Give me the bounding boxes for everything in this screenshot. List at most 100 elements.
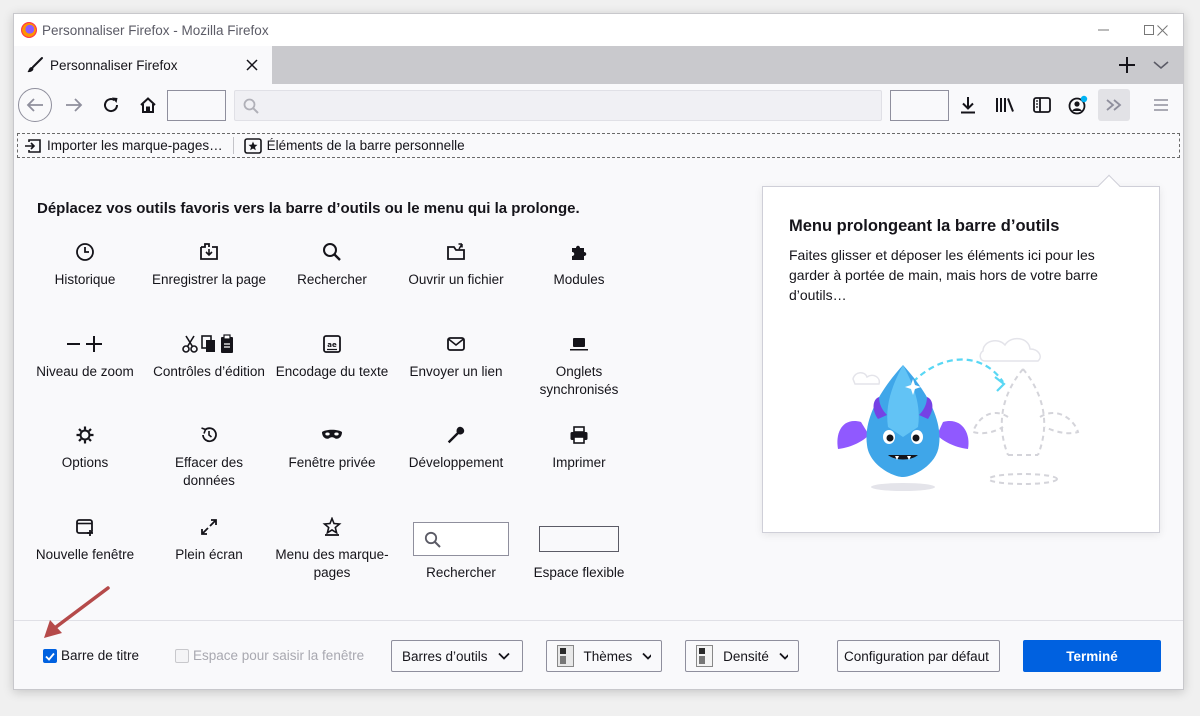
bookmarks-toolbar: Importer les marque-pages… Éléments de l… <box>17 133 1180 158</box>
titlebar-checkbox[interactable] <box>43 649 57 663</box>
palette-item-edit-controls[interactable]: Contrôles d’édition <box>149 334 269 381</box>
import-bookmarks-item[interactable]: Importer les marque-pages… <box>18 135 229 156</box>
palette-label: Envoyer un lien <box>409 364 503 379</box>
palette-label: Niveau de zoom <box>36 364 134 379</box>
palette-item-open-file[interactable]: Ouvrir un fichier <box>396 242 516 289</box>
forward-button[interactable] <box>58 89 90 121</box>
palette-item-synced-tabs[interactable]: Onglets synchronisés <box>519 334 639 399</box>
hamburger-menu-icon <box>1154 99 1168 111</box>
palette-label: Encodage du texte <box>275 364 389 379</box>
palette-label: Plein écran <box>175 547 243 562</box>
palette-item-search[interactable]: Rechercher <box>272 242 392 289</box>
restore-defaults-label: Configuration par défaut <box>844 648 989 664</box>
palette-label: Menu des marque-pages <box>275 547 389 580</box>
drag-space-checkbox[interactable] <box>175 649 189 663</box>
palette-item-addons[interactable]: Modules <box>519 242 639 289</box>
palette-item-developer[interactable]: Développement <box>396 425 516 472</box>
search-box-widget <box>413 522 509 556</box>
account-button[interactable] <box>1062 89 1094 121</box>
palette-label: Rechercher <box>426 565 496 580</box>
customization-footer: Barre de titre Espace pour saisir la fen… <box>14 620 1183 689</box>
library-button[interactable] <box>989 89 1021 121</box>
puzzle-icon <box>519 242 639 262</box>
sidebar-button[interactable] <box>1026 89 1058 121</box>
double-chevron-right-icon <box>1106 99 1122 111</box>
toolbars-button[interactable]: Barres d’outils <box>391 640 523 672</box>
search-icon <box>424 531 441 548</box>
open-file-icon <box>396 242 516 262</box>
back-button[interactable] <box>18 88 52 122</box>
downloads-button[interactable] <box>952 89 984 121</box>
restore-defaults-button[interactable]: Configuration par défaut <box>837 640 1000 672</box>
reload-button[interactable] <box>95 89 127 121</box>
themes-button-label: Thèmes <box>583 648 633 664</box>
palette-label: Ouvrir un fichier <box>408 272 504 287</box>
palette-item-fullscreen[interactable]: Plein écran <box>149 517 269 564</box>
overflow-panel-description: Faites glisser et déposer les éléments i… <box>789 247 1098 303</box>
palette-label: Historique <box>54 272 116 287</box>
arrow-right-icon <box>66 98 83 112</box>
forget-icon <box>149 425 269 445</box>
title-bar: Personnaliser Firefox - Mozilla Firefox <box>14 14 1183 46</box>
palette-item-forget[interactable]: Effacer des données <box>149 425 269 490</box>
text-encoding-icon: ae <box>272 334 392 354</box>
bookmark-menu-icon <box>272 517 392 537</box>
minimize-button[interactable] <box>1080 14 1126 46</box>
palette-label: Développement <box>408 455 504 470</box>
palette-item-print[interactable]: Imprimer <box>519 425 639 472</box>
palette-item-email-link[interactable]: Envoyer un lien <box>396 334 516 381</box>
star-box-icon <box>243 137 262 154</box>
palette-item-search-box[interactable]: Rechercher <box>401 522 521 582</box>
gear-icon <box>25 425 145 445</box>
customization-area: Déplacez vos outils favoris vers la barr… <box>14 160 1183 620</box>
palette-label: Fenêtre privée <box>288 455 376 470</box>
palette-label: Imprimer <box>552 455 606 470</box>
overflow-panel-title: Menu prolongeant la barre d’outils <box>789 217 1060 235</box>
done-button[interactable]: Terminé <box>1023 640 1161 672</box>
tab-customize[interactable]: Personnaliser Firefox <box>14 46 272 84</box>
tab-strip: Personnaliser Firefox <box>14 46 1183 84</box>
flexible-space-left[interactable] <box>167 90 226 121</box>
firefox-logo-icon <box>21 22 37 38</box>
search-icon <box>272 242 392 262</box>
personal-toolbar-items[interactable]: Éléments de la barre personnelle <box>238 135 471 156</box>
themes-button[interactable]: Thèmes <box>546 640 662 672</box>
palette-item-new-window[interactable]: Nouvelle fenêtre <box>25 517 145 564</box>
navigation-toolbar <box>14 84 1183 126</box>
palette-item-private-window[interactable]: Fenêtre privée <box>272 425 392 472</box>
palette-item-bookmarks-menu[interactable]: Menu des marque-pages <box>272 517 392 582</box>
density-button[interactable]: Densité <box>685 640 799 672</box>
home-icon <box>140 97 156 113</box>
firefox-window: Personnaliser Firefox - Mozilla Firefox … <box>13 13 1184 690</box>
checkmark-icon <box>45 652 55 661</box>
flexible-space-right[interactable] <box>890 90 949 121</box>
palette-item-zoom[interactable]: Niveau de zoom <box>25 334 145 381</box>
window-title: Personnaliser Firefox - Mozilla Firefox <box>42 22 269 38</box>
palette-item-save-page[interactable]: Enregistrer la page <box>149 242 269 289</box>
palette-label: Contrôles d’édition <box>153 364 265 379</box>
minimize-icon <box>1097 29 1109 31</box>
app-menu-button[interactable] <box>1145 89 1177 121</box>
palette-item-text-encoding[interactable]: ae Encodage du texte <box>272 334 392 381</box>
close-tab-icon[interactable] <box>242 55 262 75</box>
palette-label: Enregistrer la page <box>151 272 267 287</box>
url-bar[interactable] <box>234 90 882 121</box>
mask-icon <box>272 425 392 445</box>
density-icon <box>696 645 714 667</box>
home-button[interactable] <box>132 89 164 121</box>
annotation-arrow-icon <box>44 586 110 638</box>
palette-label: Effacer des données <box>174 455 244 488</box>
new-tab-icon[interactable] <box>1115 53 1139 77</box>
chevron-down-icon <box>779 652 788 660</box>
chevron-down-icon <box>642 652 651 660</box>
list-all-tabs-icon[interactable] <box>1149 53 1173 77</box>
titlebar-checkbox-label[interactable]: Barre de titre <box>61 648 139 663</box>
import-bookmarks-label: Importer les marque-pages… <box>47 138 223 153</box>
palette-item-options[interactable]: Options <box>25 425 145 472</box>
close-icon <box>1156 24 1168 36</box>
overflow-menu-button[interactable] <box>1098 89 1130 121</box>
close-window-button[interactable] <box>1139 14 1183 46</box>
palette-item-flexible-space[interactable]: Espace flexible <box>519 522 639 582</box>
chevron-down-icon <box>497 652 510 660</box>
palette-item-history[interactable]: Historique <box>25 242 145 289</box>
